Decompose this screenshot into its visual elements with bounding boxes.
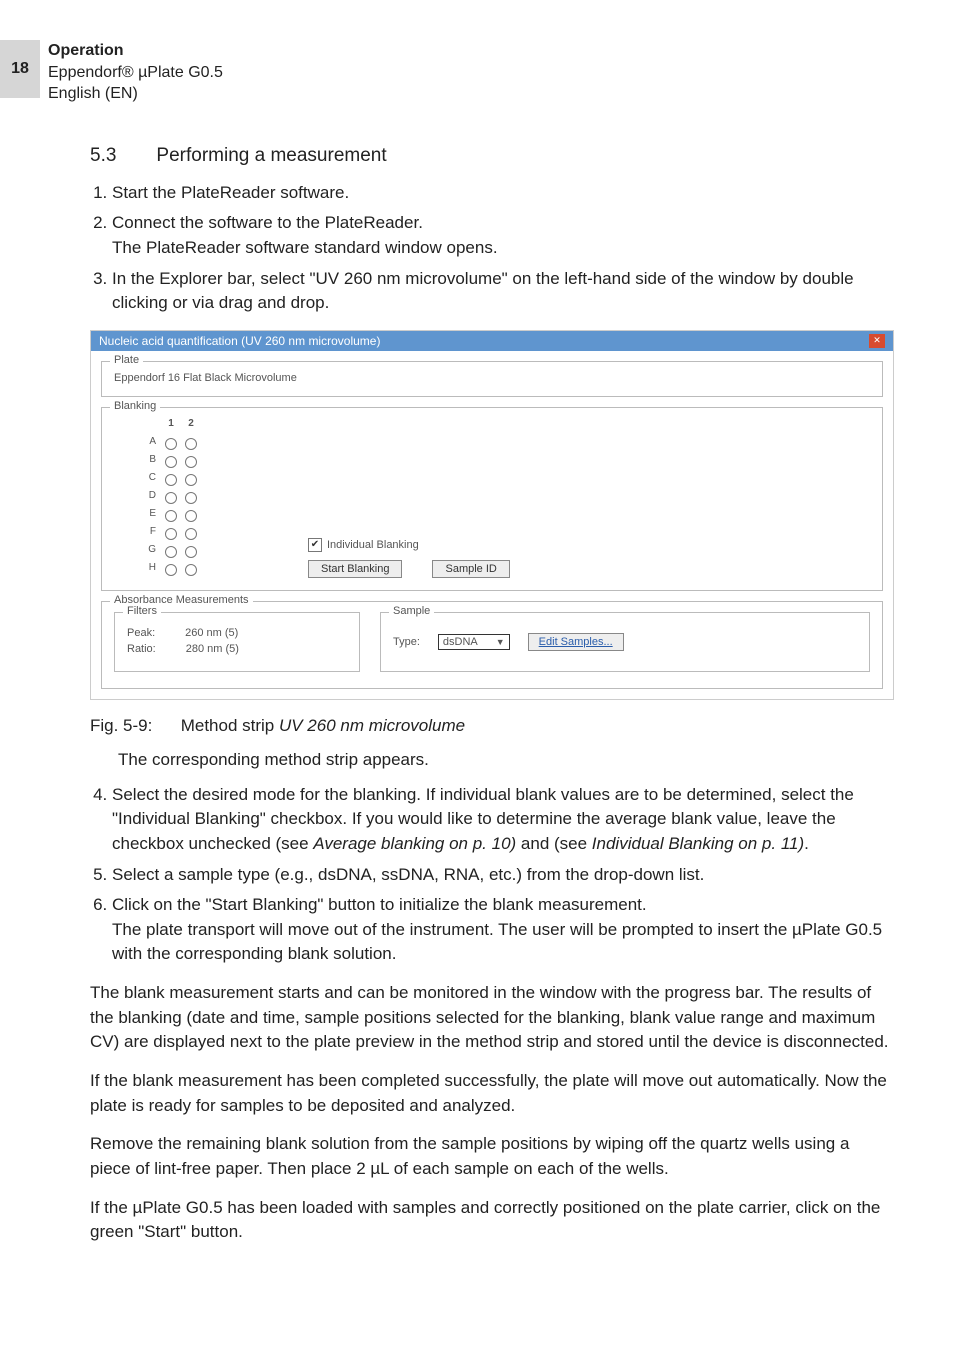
row-d: D <box>144 490 158 506</box>
type-label: Type: <box>393 636 420 648</box>
row-h: H <box>144 562 158 578</box>
row-c: C <box>144 472 158 488</box>
row-g: G <box>144 544 158 560</box>
para-2: If the blank measurement has been comple… <box>90 1069 894 1118</box>
step-2: Connect the software to the PlateReader.… <box>112 211 894 260</box>
sample-panel-label: Sample <box>389 605 434 617</box>
post-fig-text: The corresponding method strip appears. <box>118 748 894 773</box>
absorbance-panel: Absorbance Measurements Filters Peak: 26… <box>101 601 883 689</box>
section-heading: 5.3 Performing a measurement <box>90 145 894 167</box>
checkbox-label: Individual Blanking <box>327 539 419 551</box>
row-a: A <box>144 436 158 452</box>
close-icon[interactable]: ✕ <box>869 334 885 348</box>
well[interactable] <box>165 456 177 468</box>
individual-blanking-checkbox[interactable]: ✔ Individual Blanking <box>308 538 510 552</box>
ratio-value: 280 nm (5) <box>186 643 239 655</box>
steps-list-b: Select the desired mode for the blanking… <box>90 783 894 967</box>
page-number: 18 <box>0 40 40 98</box>
peak-label: Peak: <box>127 627 155 639</box>
type-value: dsDNA <box>443 636 478 648</box>
well[interactable] <box>185 456 197 468</box>
para-1: The blank measurement starts and can be … <box>90 981 894 1055</box>
col-1: 1 <box>164 418 178 434</box>
para-3: Remove the remaining blank solution from… <box>90 1132 894 1181</box>
filters-panel: Filters Peak: 260 nm (5) Ratio: 280 nm (… <box>114 612 360 672</box>
header-text: Operation Eppendorf® µPlate G0.5 English… <box>48 40 223 105</box>
col-2: 2 <box>184 418 198 434</box>
well[interactable] <box>165 474 177 486</box>
checkbox-icon: ✔ <box>308 538 322 552</box>
figure-caption: Fig. 5-9: Method strip UV 260 nm microvo… <box>90 716 894 736</box>
well[interactable] <box>165 546 177 558</box>
edit-samples-button[interactable]: Edit Samples... <box>528 633 624 651</box>
well[interactable] <box>185 474 197 486</box>
section-title: Performing a measurement <box>156 145 386 167</box>
well[interactable] <box>185 510 197 522</box>
para-4: If the µPlate G0.5 has been loaded with … <box>90 1196 894 1245</box>
software-window: Nucleic acid quantification (UV 260 nm m… <box>90 330 894 700</box>
steps-list-a: Start the PlateReader software. Connect … <box>90 181 894 316</box>
plate-value: Eppendorf 16 Flat Black Microvolume <box>114 372 870 384</box>
header-product: Eppendorf® µPlate G0.5 <box>48 62 223 84</box>
ratio-label: Ratio: <box>127 643 156 655</box>
well[interactable] <box>185 564 197 576</box>
peak-value: 260 nm (5) <box>185 627 238 639</box>
well[interactable] <box>185 438 197 450</box>
step-1: Start the PlateReader software. <box>112 181 894 206</box>
well[interactable] <box>185 492 197 504</box>
start-blanking-button[interactable]: Start Blanking <box>308 560 402 578</box>
header-section: Operation <box>48 40 223 62</box>
well[interactable] <box>165 492 177 504</box>
step-4: Select the desired mode for the blanking… <box>112 783 894 857</box>
blanking-panel-label: Blanking <box>110 400 160 412</box>
row-b: B <box>144 454 158 470</box>
fig-num: Fig. 5-9: <box>90 716 152 735</box>
blanking-panel: Blanking 1 2 A B C D E F G H ✔ <box>101 407 883 591</box>
fig-text: Method strip <box>181 716 279 735</box>
type-dropdown[interactable]: dsDNA ▼ <box>438 634 510 650</box>
page-header: 18 Operation Eppendorf® µPlate G0.5 Engl… <box>0 40 894 105</box>
step-5: Select a sample type (e.g., dsDNA, ssDNA… <box>112 863 894 888</box>
step-3: In the Explorer bar, select "UV 260 nm m… <box>112 267 894 316</box>
row-e: E <box>144 508 158 524</box>
well[interactable] <box>165 564 177 576</box>
well[interactable] <box>165 528 177 540</box>
well[interactable] <box>165 510 177 522</box>
chevron-down-icon: ▼ <box>496 637 505 647</box>
window-title: Nucleic acid quantification (UV 260 nm m… <box>99 334 380 348</box>
well[interactable] <box>185 546 197 558</box>
plate-panel-label: Plate <box>110 354 143 366</box>
well[interactable] <box>165 438 177 450</box>
sample-id-button[interactable]: Sample ID <box>432 560 509 578</box>
sample-panel: Sample Type: dsDNA ▼ Edit Samples... <box>380 612 870 672</box>
well[interactable] <box>185 528 197 540</box>
row-f: F <box>144 526 158 542</box>
filters-label: Filters <box>123 605 161 617</box>
plate-grid: 1 2 A B C D E F G H <box>144 418 198 578</box>
section-number: 5.3 <box>90 145 116 167</box>
plate-panel: Plate Eppendorf 16 Flat Black Microvolum… <box>101 361 883 397</box>
fig-italic: UV 260 nm microvolume <box>279 716 465 735</box>
window-titlebar: Nucleic acid quantification (UV 260 nm m… <box>91 331 893 351</box>
header-lang: English (EN) <box>48 83 223 105</box>
step-6: Click on the "Start Blanking" button to … <box>112 893 894 967</box>
